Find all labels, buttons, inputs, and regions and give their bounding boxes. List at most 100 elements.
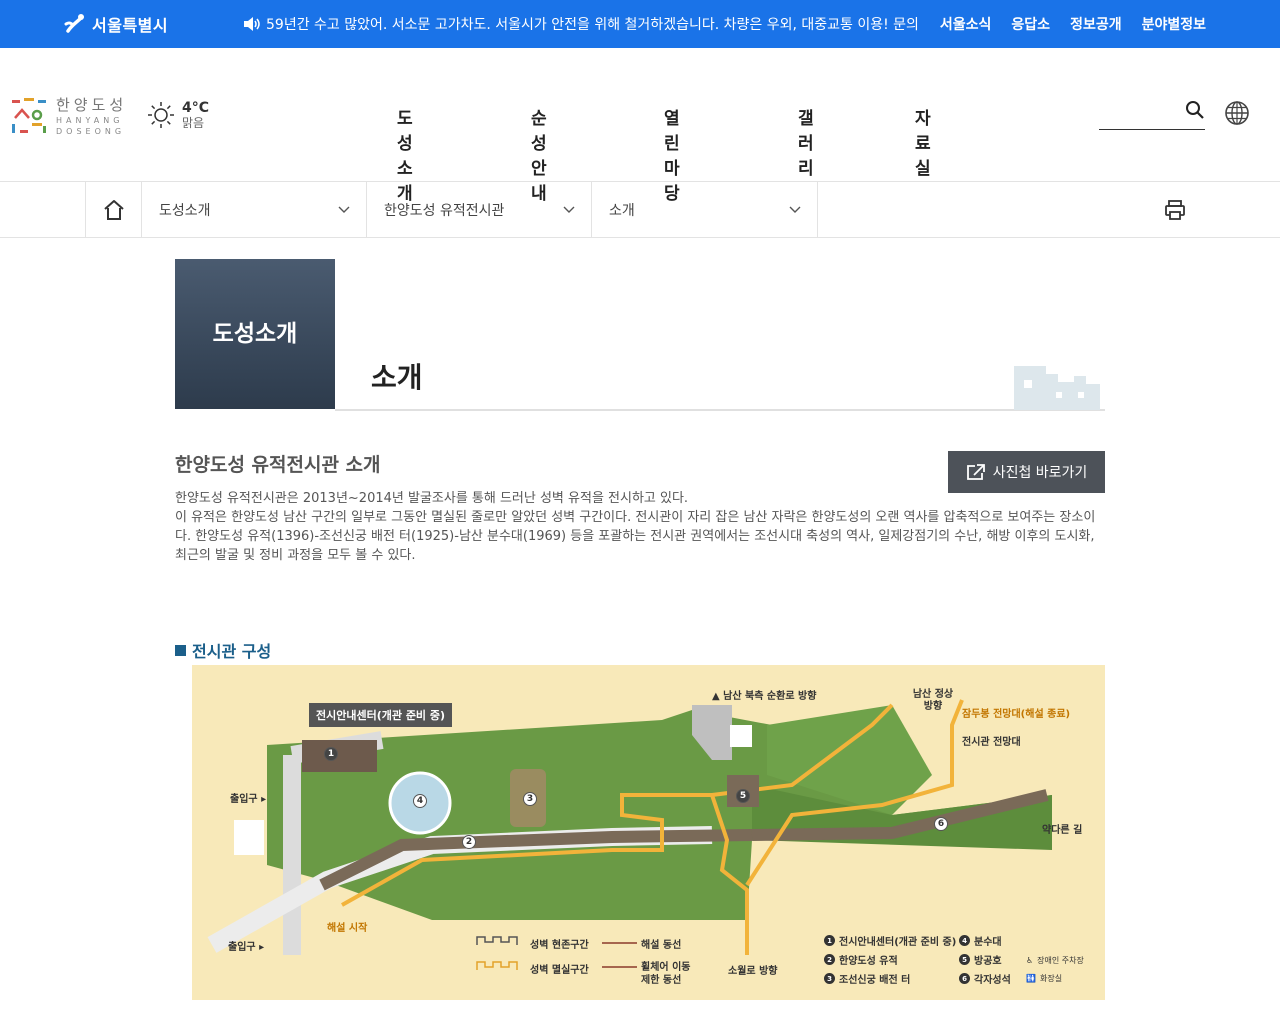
map-label-start: 해설 시작 bbox=[327, 923, 368, 934]
map-label-north-loop: ▲ 남산 북측 순환로 방향 bbox=[712, 691, 817, 702]
map-label-exit-top: 출입구 ▸ bbox=[230, 794, 267, 805]
wheelchair-icon: ♿ bbox=[1026, 956, 1034, 965]
legend-route: 해설 동선 bbox=[641, 940, 682, 951]
site-header: 한양도성 HANYANG DOSEONG 4°C 맑음 도성소개 순성안내 열린… bbox=[0, 48, 1280, 204]
chevron-down-icon bbox=[789, 206, 801, 213]
section-heading: 한양도성 유적전시관 소개 bbox=[175, 454, 381, 476]
globe-icon[interactable] bbox=[1224, 100, 1250, 126]
logo-english-2: DOSEONG bbox=[56, 127, 126, 136]
map-label-summit: 남산 정상 방향 bbox=[912, 689, 954, 712]
legend-wall-exist: 성벽 현존구간 bbox=[530, 940, 589, 951]
map-label-jamdubong: 잠두봉 전망대(해설 종료) bbox=[962, 709, 1071, 720]
breadcrumb-level-1[interactable]: 도성소개 bbox=[142, 182, 367, 238]
legend-item-label: 방공호 bbox=[974, 956, 1002, 967]
sub-heading: 전시관 구성 bbox=[175, 638, 271, 662]
description-paragraph-2: 이 유적은 한양도성 남산 구간의 일부로 그동안 멸실된 줄로만 알았던 성벽… bbox=[175, 510, 1096, 563]
description-paragraph-1: 한양도성 유적전시관은 2013년~2014년 발굴조사를 통해 드러난 성벽 … bbox=[175, 491, 689, 506]
home-icon bbox=[103, 200, 124, 220]
weather-temperature: 4°C bbox=[182, 100, 210, 116]
map-marker-2: 2 bbox=[462, 835, 476, 849]
category-box: 도성소개 bbox=[175, 259, 335, 409]
hanyang-logo[interactable]: 한양도성 HANYANG DOSEONG bbox=[10, 94, 127, 137]
breadcrumb: 도성소개 한양도성 유적전시관 소개 bbox=[0, 182, 1280, 238]
breadcrumb-level-3[interactable]: 소개 bbox=[592, 182, 818, 238]
legend-item-label: 전시안내센터(개관 준비 중) bbox=[839, 937, 957, 948]
map-label-center: 전시안내센터(개관 준비 중) bbox=[309, 703, 453, 727]
legend-item-1: 1 전시안내센터(개관 준비 중) bbox=[824, 933, 956, 948]
legend-item-4: 4 분수대 bbox=[959, 933, 1002, 948]
legend-item-label: 각자성석 bbox=[974, 975, 1011, 986]
description: 한양도성 유적전시관은 2013년~2014년 발굴조사를 통해 드러난 성벽 … bbox=[175, 489, 1105, 565]
weather-condition: 맑음 bbox=[182, 116, 205, 130]
search-icon[interactable] bbox=[1185, 100, 1205, 120]
chevron-down-icon bbox=[338, 206, 350, 213]
nav-item-archive[interactable]: 자료실 bbox=[915, 104, 931, 179]
map-marker-1: 1 bbox=[324, 747, 338, 761]
nav-item-gallery[interactable]: 갤러리 bbox=[798, 104, 814, 179]
notice-text: 59년간 수고 많았어. 서소문 고가차도. 서울시가 안전을 위해 철거하겠습… bbox=[266, 17, 922, 33]
home-button[interactable] bbox=[85, 182, 142, 238]
legend-restroom: 🚻 화장실 bbox=[1026, 973, 1062, 984]
map-label-sowollo: 소월로 방향 bbox=[728, 966, 778, 977]
top-link-fields[interactable]: 분야별정보 bbox=[1142, 14, 1206, 34]
fortress-wall-decoration-icon bbox=[1014, 366, 1100, 410]
hanyang-emblem-icon bbox=[12, 97, 46, 133]
restroom-icon: 🚻 bbox=[1026, 974, 1036, 983]
seoul-logo[interactable]: 서울특별시 bbox=[62, 10, 168, 38]
logo-english-1: HANYANG bbox=[56, 116, 124, 125]
title-divider bbox=[335, 409, 1105, 411]
legend-restroom-label: 화장실 bbox=[1039, 974, 1063, 983]
page-title: 소개 bbox=[371, 361, 423, 394]
legend-item-label: 분수대 bbox=[974, 937, 1002, 948]
breadcrumb-label: 소개 bbox=[609, 203, 635, 219]
top-links: 서울소식 응답소 정보공개 분야별정보 bbox=[940, 14, 1206, 34]
legend-wheelchair-line-2: 제한 동선 bbox=[641, 975, 682, 986]
legend-number: 3 bbox=[824, 973, 835, 984]
legend-wheelchair-line-1: 휠체어 이동 bbox=[641, 962, 691, 973]
photo-album-label: 사진첩 바로가기 bbox=[992, 465, 1088, 481]
map-label-exit-bottom: 출입구 ▸ bbox=[228, 942, 265, 953]
legend-wheelchair: 휠체어 이동 제한 동선 bbox=[641, 961, 690, 987]
breadcrumb-level-2[interactable]: 한양도성 유적전시관 bbox=[367, 182, 592, 238]
legend-number: 1 bbox=[824, 935, 835, 946]
notice-ticker[interactable]: 59년간 수고 많았어. 서소문 고가차도. 서울시가 안전을 위해 철거하겠습… bbox=[242, 14, 922, 34]
chevron-down-icon bbox=[563, 206, 575, 213]
map-marker-5: 5 bbox=[736, 789, 750, 803]
logo-korean: 한양도성 bbox=[56, 96, 128, 114]
legend-item-6: 6 각자성석 bbox=[959, 971, 1011, 986]
legend-parking: ♿ 장애인 주차장 bbox=[1026, 955, 1084, 966]
exhibition-map: 전시안내센터(개관 준비 중) ▲ 남산 북측 순환로 방향 남산 정상 방향 … bbox=[192, 665, 1105, 1000]
map-label-yakdoreun: 약다른 길 bbox=[1042, 825, 1083, 836]
top-bar: 서울특별시 59년간 수고 많았어. 서소문 고가차도. 서울시가 안전을 위해… bbox=[0, 0, 1280, 48]
legend-item-2: 2 한양도성 유적 bbox=[824, 952, 898, 967]
legend-number: 5 bbox=[959, 954, 970, 965]
map-marker-4: 4 bbox=[413, 794, 427, 808]
top-link-response[interactable]: 응답소 bbox=[1011, 14, 1050, 34]
legend-item-5: 5 방공호 bbox=[959, 952, 1002, 967]
sun-icon bbox=[148, 102, 174, 128]
map-label-viewpoint: 전시관 전망대 bbox=[962, 737, 1021, 748]
photo-album-button[interactable]: 사진첩 바로가기 bbox=[948, 451, 1105, 493]
legend-number: 2 bbox=[824, 954, 835, 965]
legend-item-label: 조선신궁 배전 터 bbox=[839, 975, 911, 986]
breadcrumb-label: 도성소개 bbox=[159, 203, 211, 219]
legend-number: 4 bbox=[959, 935, 970, 946]
square-bullet-icon bbox=[175, 644, 186, 656]
sub-heading-label: 전시관 구성 bbox=[192, 642, 272, 661]
search-input[interactable] bbox=[1099, 98, 1179, 126]
top-link-news[interactable]: 서울소식 bbox=[940, 14, 992, 34]
external-link-icon bbox=[966, 464, 985, 480]
city-name: 서울특별시 bbox=[92, 16, 169, 35]
weather-widget: 4°C 맑음 bbox=[146, 100, 209, 130]
legend-number: 6 bbox=[959, 973, 970, 984]
search-box bbox=[1099, 98, 1205, 130]
print-icon[interactable] bbox=[1163, 198, 1187, 222]
legend-item-3: 3 조선신궁 배전 터 bbox=[824, 971, 910, 986]
legend-wall-lost: 성벽 멸실구간 bbox=[530, 965, 589, 976]
legend-parking-label: 장애인 주차장 bbox=[1037, 956, 1084, 965]
top-link-info[interactable]: 정보공개 bbox=[1070, 14, 1122, 34]
speaker-icon bbox=[244, 17, 260, 31]
map-marker-6: 6 bbox=[934, 817, 948, 831]
map-marker-3: 3 bbox=[523, 792, 537, 806]
seoul-logo-icon bbox=[64, 14, 84, 33]
